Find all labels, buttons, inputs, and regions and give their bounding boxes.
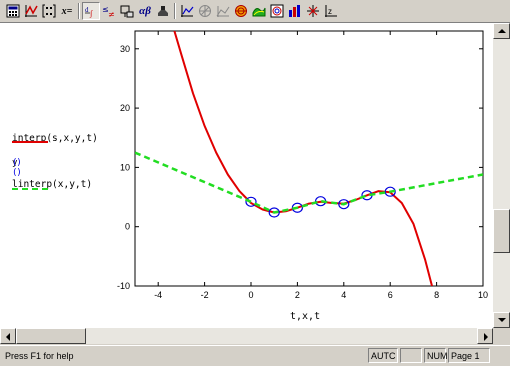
horizontal-scroll-thumb[interactable] [16,328,86,344]
svg-text:z: z [328,7,332,16]
surface-plot-icon [216,6,230,17]
svg-text:∫: ∫ [89,9,93,18]
x-axis-label: t,x,t [290,311,321,322]
polar-plot-button[interactable] [196,2,214,20]
calculator-toolbar-icon [6,4,20,18]
symbolic-toolbar-button[interactable] [154,2,172,20]
scrollbar-corner [493,328,510,344]
3d-bar-icon [270,4,284,18]
scroll-down-button[interactable] [493,312,510,328]
status-page: Page 1 [448,348,490,363]
zoom-icon [307,5,319,17]
contour-plot-button[interactable] [232,2,250,20]
status-blank-panel [400,348,422,363]
y-tick-label: 30 [120,44,130,54]
boolean-toolbar-button[interactable]: ≤ ≠ [100,2,118,20]
status-bar: Press F1 for help AUTC NUM Page 1 [0,345,510,366]
x-tick-label: -2 [201,290,209,300]
vertical-scroll-thumb[interactable] [493,209,510,253]
boolean-toolbar-icon: ≤≠ [102,5,115,18]
graph-toolbar-button[interactable] [22,2,40,20]
x-tick-label: 2 [295,290,300,300]
vertical-scrollbar[interactable] [493,23,510,328]
greek-toolbar-icon: αβ [139,5,151,17]
3d-scatter-button[interactable] [250,2,268,20]
matrix-toolbar-icon [42,4,56,18]
calculator-toolbar-button[interactable] [4,2,22,20]
matrix-toolbar-button[interactable] [40,2,58,20]
plot-frame [134,30,484,287]
scroll-up-button[interactable] [493,23,510,39]
x-tick-label: -4 [154,290,162,300]
evaluation-toolbar-button[interactable]: x= [58,2,76,20]
status-num-lock: NUM [424,348,448,363]
evaluation-toolbar-icon: x= [61,5,73,17]
arrow-down-icon [498,318,506,322]
zoom-button[interactable] [304,2,322,20]
y-tick-label: 20 [120,103,130,113]
x-tick-label: 0 [248,290,253,300]
programming-toolbar-button[interactable] [118,2,136,20]
arrow-left-icon [6,333,10,341]
horizontal-scrollbar[interactable] [0,328,493,344]
xy-plot-icon [181,5,194,17]
status-help-text: Press F1 for help [5,351,74,361]
programming-toolbar-icon [120,5,134,18]
toolbar-separator [174,3,176,19]
y-tick-label: -10 [117,281,130,291]
svg-text:≠: ≠ [108,10,115,18]
y-tick-label: 10 [120,162,130,172]
vector-field-icon [289,5,300,17]
symbolic-toolbar-icon [158,6,168,16]
calculus-toolbar-button[interactable]: d ∫ [82,2,100,20]
xy-plot-button[interactable] [178,2,196,20]
polar-plot-icon [199,5,211,17]
contour-plot-icon [235,5,247,17]
arrow-up-icon [498,29,506,33]
3d-bar-button[interactable] [268,2,286,20]
vector-field-button[interactable] [286,2,304,20]
3d-scatter-icon [252,7,266,17]
x-tick-label: 4 [341,290,346,300]
toolbar-separator [78,3,80,19]
x-tick-label: 10 [478,290,488,300]
status-auto-calc: AUTC [368,348,398,363]
math-toolbar: x= d ∫ ≤ ≠ αβ z [0,0,510,23]
graph-toolbar-icon [25,5,38,17]
worksheet-area[interactable]: interp(s,x,y,t) y ()() linterp(x,y,t) -4… [0,23,493,328]
calculus-toolbar-icon: d ∫ [85,6,93,18]
arrow-right-icon [484,333,488,341]
scroll-right-button[interactable] [477,328,493,344]
x-tick-label: 6 [388,290,393,300]
surface-plot-button[interactable] [214,2,232,20]
trace-icon: z [325,5,337,17]
y-tick-label: 0 [125,222,130,232]
scroll-left-button[interactable] [0,328,16,344]
xy-plot[interactable]: -4 -2 0 2 4 6 8 10 30 20 10 0 -10 [0,23,493,328]
greek-toolbar-button[interactable]: αβ [136,2,154,20]
trace-button[interactable]: z [322,2,340,20]
series-line-interp [173,31,433,286]
x-tick-label: 8 [434,290,439,300]
